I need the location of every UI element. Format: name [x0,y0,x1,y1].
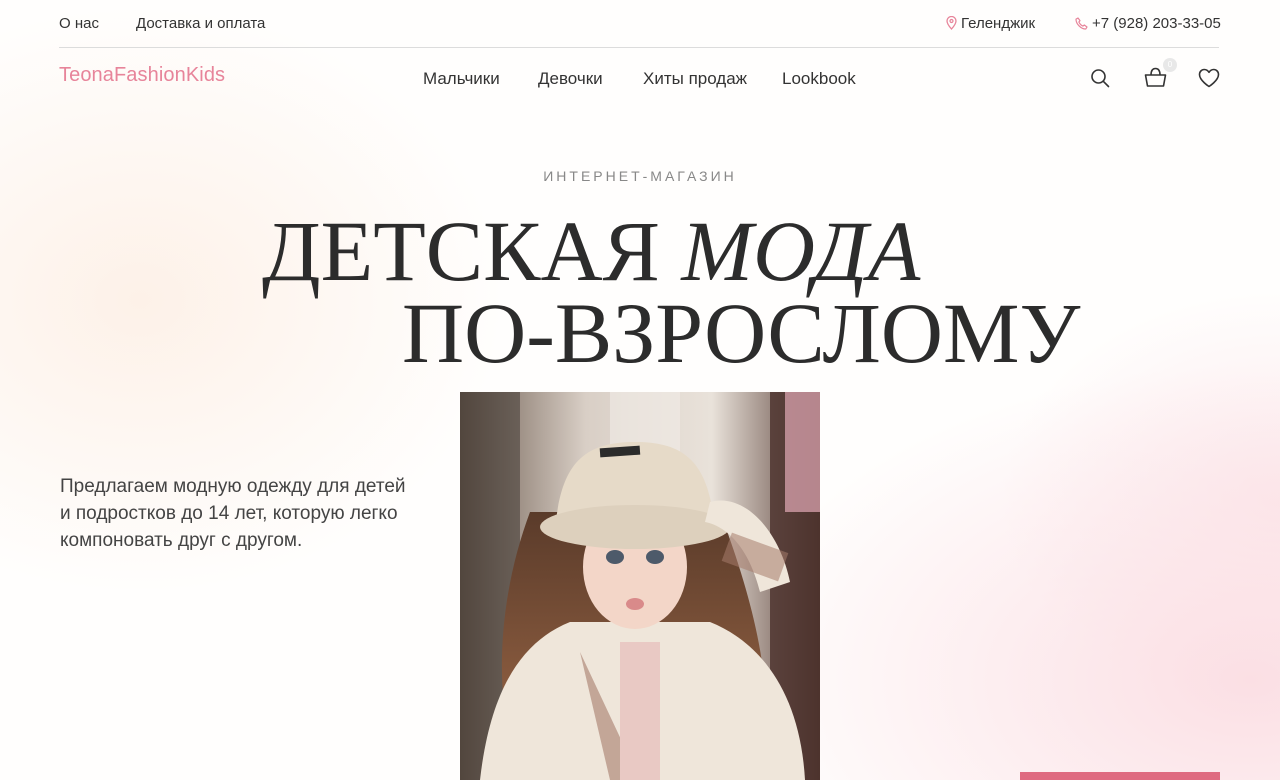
catalog-button[interactable] [1020,772,1220,780]
search-icon[interactable] [1090,68,1110,88]
city-selector[interactable]: Геленджик [946,15,1035,32]
hero-description: Предлагаем модную одежду для детей и под… [60,476,406,551]
nav-item-girls[interactable]: Девочки [538,69,603,89]
city-label: Геленджик [961,15,1036,32]
about-link[interactable]: О нас [59,15,99,32]
site-logo[interactable]: TeonaFashionKids [59,64,225,87]
girl-in-bucket-hat-photo [460,392,820,780]
phone-number: +7 (928) 203-33-05 [1092,15,1221,32]
hero-eyebrow: ИНТЕРНЕТ-МАГАЗИН [543,168,737,184]
heart-icon[interactable] [1198,68,1220,88]
delivery-link[interactable]: Доставка и оплата [136,15,265,32]
hero-photo [460,392,820,780]
cart-count-badge: 0 [1163,58,1177,72]
nav-item-boys[interactable]: Мальчики [423,69,500,89]
hero-title-line-1: ДЕТСКАЯ МОДА [262,208,920,294]
nav-item-lookbook[interactable]: Lookbook [782,69,856,89]
phone-link[interactable]: +7 (928) 203-33-05 [1075,15,1221,32]
nav-item-bestsellers[interactable]: Хиты продаж [643,69,747,89]
hero-title-line-2: ПО-ВЗРОСЛОМУ [402,285,1081,381]
cart-icon[interactable] [1144,67,1167,88]
map-pin-icon [946,16,957,30]
top-bar: О нас Доставка и оплата Геленджик +7 (92… [59,0,1221,48]
phone-icon [1075,17,1088,30]
